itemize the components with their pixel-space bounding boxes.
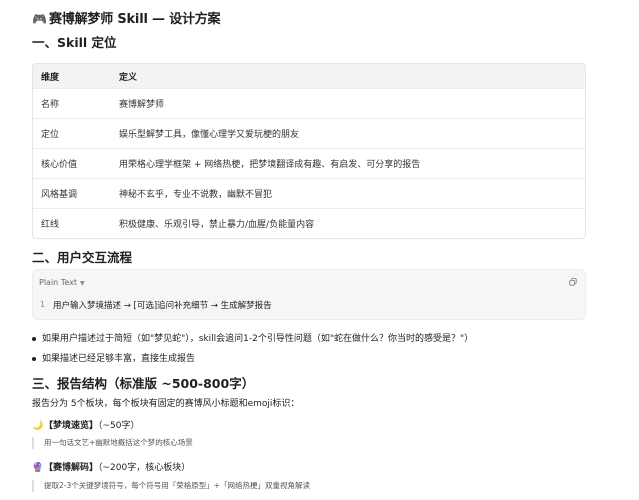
table-header-definition: 定义 <box>119 72 138 83</box>
list-item-text: 如果描述已经足够丰富，直接生成报告 <box>42 354 196 364</box>
table-cell-definition: 用荣格心理学框架 + 网络热梗，把梦境翻译成有趣、有启发、可分享的报告 <box>111 148 585 179</box>
table-cell-dimension: 红线 <box>33 208 111 238</box>
code-language-label: Plain Text <box>39 278 77 287</box>
block-note: （~200字，核心板块） <box>98 463 191 473</box>
table-cell-definition: 神秘不玄乎，专业不说教，幽默不冒犯 <box>111 178 585 209</box>
bullet-dot <box>32 336 36 341</box>
table-row: 红线 积极健康、乐观引导，禁止暴力/血腥/负能量内容 <box>33 208 585 238</box>
code-language-select[interactable]: Plain Text ▼ <box>39 278 85 287</box>
code-line-number: 1 <box>40 300 46 309</box>
code-line: 用户输入梦境描述 → [可选]追问补充细节 → 生成解梦报告 <box>53 301 272 311</box>
table-header-dimension: 维度 <box>41 72 60 83</box>
table-cell-definition: 娱乐型解梦工具，像懂心理学又爱玩梗的朋友 <box>111 118 585 149</box>
bullet-dot <box>32 356 36 361</box>
title-text: 赛博解梦师 Skill — 设计方案 <box>49 12 221 27</box>
table-cell-dimension: 定位 <box>33 118 111 149</box>
copy-icon[interactable] <box>569 278 577 286</box>
block-description: 用一句话文艺+幽默地概括这个梦的核心场景 <box>32 437 193 449</box>
table-row: 定位 娱乐型解梦工具，像懂心理学又爱玩梗的朋友 <box>33 118 585 149</box>
table-cell-definition: 积极健康、乐观引导，禁止暴力/血腥/负能量内容 <box>111 208 585 238</box>
table-cell-definition: 赛博解梦师 <box>111 88 585 119</box>
table-row: 风格基调 神秘不玄乎，专业不说教，幽默不冒犯 <box>33 178 585 209</box>
section-heading-positioning: 一、Skill 定位 <box>32 35 117 50</box>
crystal-ball-icon: 🔮 <box>32 463 44 473</box>
block-heading-overview: 🌙【梦境速览】（~50字） <box>32 418 140 431</box>
block-note: （~50字） <box>98 421 140 431</box>
report-intro: 报告分为 5个板块，每个板块有固定的赛博风小标题和emoji标识： <box>32 399 300 409</box>
document-title: 🎮 赛博解梦师 Skill — 设计方案 <box>32 8 221 27</box>
table-header-row: 维度 定义 <box>33 64 585 89</box>
block-description: 提取2-3个关键梦境符号，每个符号用「荣格原型」+「网络热梗」双重视角解读 <box>32 480 310 492</box>
list-item: 如果用户描述过于简短（如"梦见蛇"），skill会追问1-2个引导性问题（如"蛇… <box>32 331 473 344</box>
chevron-down-icon: ▼ <box>79 280 85 287</box>
section-heading-interaction: 二、用户交互流程 <box>32 250 133 265</box>
block-title: 【赛博解码】 <box>44 463 99 473</box>
table-cell-dimension: 风格基调 <box>33 178 111 209</box>
table-cell-dimension: 名称 <box>33 88 111 119</box>
block-heading-decode: 🔮【赛博解码】（~200字，核心板块） <box>32 460 190 473</box>
crescent-moon-icon: 🌙 <box>32 421 44 431</box>
block-title: 【梦境速览】 <box>44 421 99 431</box>
table-row: 核心价值 用荣格心理学框架 + 网络热梗，把梦境翻译成有趣、有启发、可分享的报告 <box>33 148 585 179</box>
list-item-text: 如果用户描述过于简短（如"梦见蛇"），skill会追问1-2个引导性问题（如"蛇… <box>42 334 474 344</box>
positioning-table: 维度 定义 名称 赛博解梦师 定位 娱乐型解梦工具，像懂心理学又爱玩梗的朋友 核… <box>32 63 586 239</box>
table-cell-dimension: 核心价值 <box>33 148 111 179</box>
game-controller-icon: 🎮 <box>32 12 47 26</box>
section-heading-report-structure: 三、报告结构（标准版 ~500-800字） <box>32 376 255 391</box>
code-block: Plain Text ▼ 1 用户输入梦境描述 → [可选]追问补充细节 → 生成… <box>32 269 586 320</box>
list-item: 如果描述已经足够丰富，直接生成报告 <box>32 351 195 364</box>
table-row: 名称 赛博解梦师 <box>33 88 585 119</box>
